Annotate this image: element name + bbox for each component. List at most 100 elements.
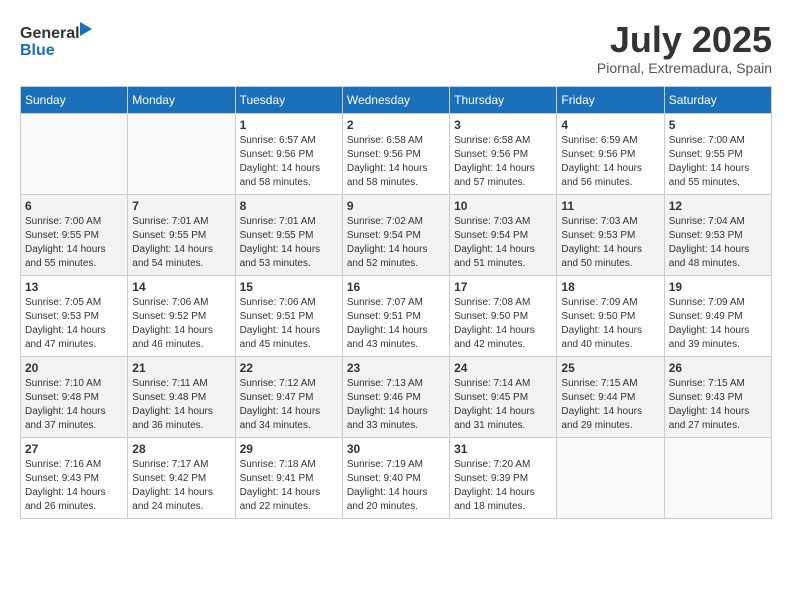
calendar-cell: 7Sunrise: 7:01 AMSunset: 9:55 PMDaylight… bbox=[128, 194, 235, 275]
calendar-week-row: 1 Sunrise: 6:57 AMSunset: 9:56 PMDaylight… bbox=[21, 113, 772, 194]
calendar-cell bbox=[557, 437, 664, 518]
calendar-cell: 16 Sunrise: 7:07 AMSunset: 9:51 PMDayligh… bbox=[342, 275, 449, 356]
calendar-table: SundayMondayTuesdayWednesdayThursdayFrid… bbox=[20, 86, 772, 519]
weekday-header-wednesday: Wednesday bbox=[342, 86, 449, 113]
day-info: Sunrise: 7:14 AMSunset: 9:45 PMDaylight:… bbox=[454, 377, 552, 433]
day-info: Sunrise: 6:57 AMSunset: 9:56 PMDaylight:… bbox=[240, 134, 338, 190]
day-number: 5 bbox=[669, 118, 767, 132]
day-number: 27 bbox=[25, 442, 123, 456]
svg-text:Blue: Blue bbox=[20, 42, 55, 59]
day-info: Sunrise: 7:13 AMSunset: 9:46 PMDaylight:… bbox=[347, 377, 445, 433]
day-info: Sunrise: 7:03 AMSunset: 9:54 PMDaylight:… bbox=[454, 215, 552, 271]
day-info: Sunrise: 7:03 AMSunset: 9:53 PMDaylight:… bbox=[561, 215, 659, 271]
day-number: 30 bbox=[347, 442, 445, 456]
calendar-cell: 30 Sunrise: 7:19 AMSunset: 9:40 PMDayligh… bbox=[342, 437, 449, 518]
day-info: Sunrise: 7:00 AMSunset: 9:55 PMDaylight:… bbox=[25, 215, 123, 271]
day-number: 12 bbox=[669, 199, 767, 213]
day-number: 3 bbox=[454, 118, 552, 132]
calendar-cell: 19 Sunrise: 7:09 AMSunset: 9:49 PMDayligh… bbox=[664, 275, 771, 356]
day-number: 9 bbox=[347, 199, 445, 213]
day-info: Sunrise: 7:01 AMSunset: 9:55 PMDaylight:… bbox=[240, 215, 338, 271]
calendar-cell: 29Sunrise: 7:18 AMSunset: 9:41 PMDayligh… bbox=[235, 437, 342, 518]
svg-text:General: General bbox=[20, 25, 80, 42]
calendar-cell: 26 Sunrise: 7:15 AMSunset: 9:43 PMDayligh… bbox=[664, 356, 771, 437]
day-info: Sunrise: 7:15 AMSunset: 9:44 PMDaylight:… bbox=[561, 377, 659, 433]
day-info: Sunrise: 7:09 AMSunset: 9:50 PMDaylight:… bbox=[561, 296, 659, 352]
calendar-cell: 2Sunrise: 6:58 AMSunset: 9:56 PMDaylight… bbox=[342, 113, 449, 194]
day-info: Sunrise: 7:17 AMSunset: 9:42 PMDaylight:… bbox=[132, 458, 230, 514]
day-info: Sunrise: 7:04 AMSunset: 9:53 PMDaylight:… bbox=[669, 215, 767, 271]
calendar-cell: 3 Sunrise: 6:58 AMSunset: 9:56 PMDaylight… bbox=[450, 113, 557, 194]
calendar-cell: 11 Sunrise: 7:03 AMSunset: 9:53 PMDayligh… bbox=[557, 194, 664, 275]
calendar-cell: 10Sunrise: 7:03 AMSunset: 9:54 PMDayligh… bbox=[450, 194, 557, 275]
weekday-header-tuesday: Tuesday bbox=[235, 86, 342, 113]
calendar-cell: 20 Sunrise: 7:10 AMSunset: 9:48 PMDayligh… bbox=[21, 356, 128, 437]
calendar-cell: 9Sunrise: 7:02 AMSunset: 9:54 PMDaylight… bbox=[342, 194, 449, 275]
calendar-cell: 18Sunrise: 7:09 AMSunset: 9:50 PMDayligh… bbox=[557, 275, 664, 356]
calendar-cell: 5 Sunrise: 7:00 AMSunset: 9:55 PMDaylight… bbox=[664, 113, 771, 194]
day-info: Sunrise: 7:10 AMSunset: 9:48 PMDaylight:… bbox=[25, 377, 123, 433]
weekday-header-monday: Monday bbox=[128, 86, 235, 113]
day-info: Sunrise: 7:06 AMSunset: 9:52 PMDaylight:… bbox=[132, 296, 230, 352]
day-info: Sunrise: 7:19 AMSunset: 9:40 PMDaylight:… bbox=[347, 458, 445, 514]
day-number: 13 bbox=[25, 280, 123, 294]
day-number: 16 bbox=[347, 280, 445, 294]
page-header: GeneralBlue July 2025 Piornal, Extremadu… bbox=[20, 20, 772, 76]
day-number: 21 bbox=[132, 361, 230, 375]
day-info: Sunrise: 7:09 AMSunset: 9:49 PMDaylight:… bbox=[669, 296, 767, 352]
day-number: 26 bbox=[669, 361, 767, 375]
calendar-week-row: 6 Sunrise: 7:00 AMSunset: 9:55 PMDaylight… bbox=[21, 194, 772, 275]
day-info: Sunrise: 7:20 AMSunset: 9:39 PMDaylight:… bbox=[454, 458, 552, 514]
calendar-cell: 1 Sunrise: 6:57 AMSunset: 9:56 PMDaylight… bbox=[235, 113, 342, 194]
weekday-header-sunday: Sunday bbox=[21, 86, 128, 113]
day-info: Sunrise: 7:08 AMSunset: 9:50 PMDaylight:… bbox=[454, 296, 552, 352]
day-number: 28 bbox=[132, 442, 230, 456]
day-info: Sunrise: 7:01 AMSunset: 9:55 PMDaylight:… bbox=[132, 215, 230, 271]
calendar-cell: 31 Sunrise: 7:20 AMSunset: 9:39 PMDayligh… bbox=[450, 437, 557, 518]
weekday-header-thursday: Thursday bbox=[450, 86, 557, 113]
calendar-cell: 13Sunrise: 7:05 AMSunset: 9:53 PMDayligh… bbox=[21, 275, 128, 356]
logo-svg: GeneralBlue bbox=[20, 20, 100, 60]
calendar-cell: 15Sunrise: 7:06 AMSunset: 9:51 PMDayligh… bbox=[235, 275, 342, 356]
day-info: Sunrise: 7:16 AMSunset: 9:43 PMDaylight:… bbox=[25, 458, 123, 514]
day-info: Sunrise: 7:12 AMSunset: 9:47 PMDaylight:… bbox=[240, 377, 338, 433]
day-number: 22 bbox=[240, 361, 338, 375]
day-number: 20 bbox=[25, 361, 123, 375]
day-number: 2 bbox=[347, 118, 445, 132]
calendar-cell: 21 Sunrise: 7:11 AMSunset: 9:48 PMDayligh… bbox=[128, 356, 235, 437]
logo: GeneralBlue bbox=[20, 20, 100, 60]
day-number: 23 bbox=[347, 361, 445, 375]
calendar-cell: 27 Sunrise: 7:16 AMSunset: 9:43 PMDayligh… bbox=[21, 437, 128, 518]
day-number: 4 bbox=[561, 118, 659, 132]
day-number: 14 bbox=[132, 280, 230, 294]
calendar-cell: 12 Sunrise: 7:04 AMSunset: 9:53 PMDayligh… bbox=[664, 194, 771, 275]
day-number: 19 bbox=[669, 280, 767, 294]
day-number: 8 bbox=[240, 199, 338, 213]
title-block: July 2025 Piornal, Extremadura, Spain bbox=[597, 20, 772, 76]
day-number: 1 bbox=[240, 118, 338, 132]
day-info: Sunrise: 7:15 AMSunset: 9:43 PMDaylight:… bbox=[669, 377, 767, 433]
day-number: 29 bbox=[240, 442, 338, 456]
day-info: Sunrise: 7:11 AMSunset: 9:48 PMDaylight:… bbox=[132, 377, 230, 433]
calendar-cell: 28 Sunrise: 7:17 AMSunset: 9:42 PMDayligh… bbox=[128, 437, 235, 518]
day-info: Sunrise: 7:00 AMSunset: 9:55 PMDaylight:… bbox=[669, 134, 767, 190]
day-number: 25 bbox=[561, 361, 659, 375]
calendar-cell: 6 Sunrise: 7:00 AMSunset: 9:55 PMDaylight… bbox=[21, 194, 128, 275]
day-info: Sunrise: 6:59 AMSunset: 9:56 PMDaylight:… bbox=[561, 134, 659, 190]
day-info: Sunrise: 7:07 AMSunset: 9:51 PMDaylight:… bbox=[347, 296, 445, 352]
month-year-title: July 2025 bbox=[597, 20, 772, 60]
weekday-header-row: SundayMondayTuesdayWednesdayThursdayFrid… bbox=[21, 86, 772, 113]
day-info: Sunrise: 6:58 AMSunset: 9:56 PMDaylight:… bbox=[454, 134, 552, 190]
calendar-cell: 17Sunrise: 7:08 AMSunset: 9:50 PMDayligh… bbox=[450, 275, 557, 356]
day-number: 31 bbox=[454, 442, 552, 456]
calendar-week-row: 13Sunrise: 7:05 AMSunset: 9:53 PMDayligh… bbox=[21, 275, 772, 356]
day-number: 24 bbox=[454, 361, 552, 375]
calendar-cell: 25 Sunrise: 7:15 AMSunset: 9:44 PMDayligh… bbox=[557, 356, 664, 437]
calendar-cell: 22 Sunrise: 7:12 AMSunset: 9:47 PMDayligh… bbox=[235, 356, 342, 437]
day-number: 6 bbox=[25, 199, 123, 213]
calendar-cell: 14 Sunrise: 7:06 AMSunset: 9:52 PMDayligh… bbox=[128, 275, 235, 356]
calendar-cell bbox=[21, 113, 128, 194]
day-info: Sunrise: 7:06 AMSunset: 9:51 PMDaylight:… bbox=[240, 296, 338, 352]
day-number: 11 bbox=[561, 199, 659, 213]
calendar-cell: 8 Sunrise: 7:01 AMSunset: 9:55 PMDaylight… bbox=[235, 194, 342, 275]
